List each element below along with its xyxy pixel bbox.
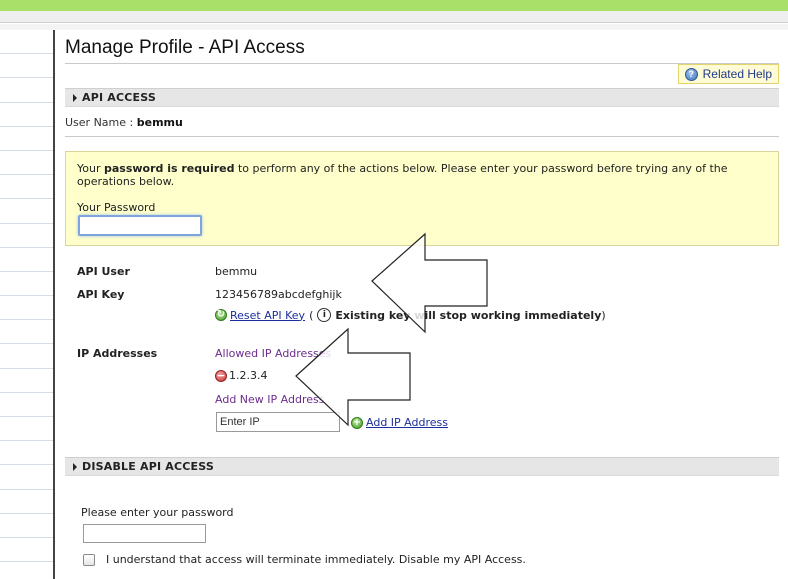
top-subbar-lower xyxy=(0,24,788,30)
reset-icon: ↻ xyxy=(215,309,227,321)
allowed-ip-value: 1.2.3.4 xyxy=(229,369,268,382)
add-ip-heading: Add New IP Address xyxy=(215,393,325,406)
sidebar-row[interactable] xyxy=(0,54,53,79)
sidebar-row[interactable] xyxy=(0,296,53,321)
allowed-ip-item: − 1.2.3.4 xyxy=(215,369,267,382)
expand-triangle-icon xyxy=(73,462,77,471)
reset-warning-close-paren: ) xyxy=(601,308,606,322)
top-accent-bar xyxy=(0,0,788,11)
expand-triangle-icon xyxy=(73,93,77,102)
reset-key-line: ↻ Reset API Key ( i Existing key will st… xyxy=(215,308,606,322)
sidebar-row[interactable] xyxy=(0,248,53,272)
related-help-button[interactable]: ? Related Help xyxy=(677,64,779,84)
api-user-value: bemmu xyxy=(215,265,258,278)
sidebar-row[interactable] xyxy=(0,127,53,151)
left-sidebar xyxy=(0,30,55,579)
add-ip-link[interactable]: Add IP Address xyxy=(366,416,448,429)
page-title: Manage Profile - API Access xyxy=(65,37,305,58)
sidebar-row[interactable] xyxy=(0,320,53,345)
sidebar-row[interactable] xyxy=(0,344,53,369)
sidebar-row[interactable] xyxy=(0,224,53,248)
sidebar-row[interactable] xyxy=(0,199,53,224)
reset-api-key-link[interactable]: Reset API Key xyxy=(230,309,305,322)
reset-warning-text: Existing key will stop working immediate… xyxy=(335,308,602,322)
help-icon: ? xyxy=(684,67,698,81)
sidebar-row[interactable] xyxy=(0,393,53,417)
username-line: User Name : bemmu xyxy=(65,116,183,129)
sidebar-row[interactable] xyxy=(0,514,53,538)
sidebar-row[interactable] xyxy=(0,151,53,176)
remove-ip-icon[interactable]: − xyxy=(215,369,227,382)
disable-password-field[interactable] xyxy=(83,524,206,543)
sidebar-row[interactable] xyxy=(0,417,53,442)
password-notice-text: Your password is required to perform any… xyxy=(77,162,767,188)
sidebar-row[interactable] xyxy=(0,465,53,490)
sidebar-row[interactable] xyxy=(0,175,53,200)
sidebar-row[interactable] xyxy=(0,103,53,127)
username-label: User Name : xyxy=(65,116,134,129)
sidebar-row[interactable] xyxy=(0,30,53,55)
disable-header-label: DISABLE API ACCESS xyxy=(82,460,215,473)
sidebar-row[interactable] xyxy=(0,272,53,297)
api-key-value: 123456789abcdefghijk xyxy=(215,288,342,301)
related-help-label: Related Help xyxy=(702,67,772,81)
sidebar-row[interactable] xyxy=(0,490,53,514)
new-ip-input[interactable] xyxy=(216,412,340,432)
sidebar-row[interactable] xyxy=(0,369,53,393)
api-access-section-header[interactable]: API ACCESS xyxy=(65,88,779,107)
annotation-arrow-lower xyxy=(295,327,411,427)
sidebar-row[interactable] xyxy=(0,78,53,103)
title-divider xyxy=(65,63,779,64)
username-divider xyxy=(65,136,779,137)
username-value: bemmu xyxy=(136,116,183,129)
password-field[interactable] xyxy=(78,215,202,236)
ip-addresses-label: IP Addresses xyxy=(77,347,158,360)
password-field-label: Your Password xyxy=(77,201,156,214)
sidebar-row[interactable] xyxy=(0,538,53,563)
disable-confirm-label: I understand that access will terminate … xyxy=(106,553,526,566)
api-access-header-label: API ACCESS xyxy=(82,91,157,104)
sidebar-row[interactable] xyxy=(0,441,53,466)
add-ip-button[interactable]: + Add IP Address xyxy=(351,416,448,429)
disable-api-section-header[interactable]: DISABLE API ACCESS xyxy=(65,457,779,476)
api-user-label: API User xyxy=(77,265,130,278)
top-subbar xyxy=(0,11,788,23)
disable-password-label: Please enter your password xyxy=(81,506,234,519)
allowed-ip-heading: Allowed IP Addresses xyxy=(215,347,332,360)
reset-warning-open-paren: ( xyxy=(309,308,314,322)
api-key-label: API Key xyxy=(77,288,125,301)
info-icon: i xyxy=(317,308,332,322)
password-notice-box: Your password is required to perform any… xyxy=(65,151,779,246)
disable-confirm-checkbox[interactable] xyxy=(83,553,95,566)
notice-text-start: Your xyxy=(77,162,104,175)
add-icon: + xyxy=(351,416,363,429)
disable-confirm-row: I understand that access will terminate … xyxy=(83,553,526,566)
notice-text-bold: password is required xyxy=(103,162,235,175)
